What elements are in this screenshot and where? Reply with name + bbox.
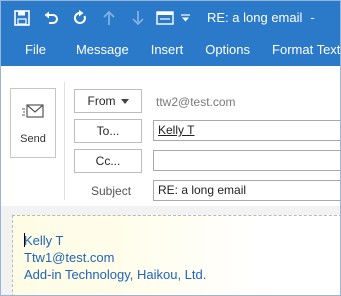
redo-icon[interactable] bbox=[67, 5, 93, 31]
send-button[interactable]: Send bbox=[10, 88, 56, 158]
chevron-down-icon bbox=[120, 99, 129, 104]
tab-file[interactable]: File bbox=[1, 34, 65, 66]
signature-name-line: Kelly T bbox=[24, 232, 340, 249]
tab-format-text[interactable]: Format Text bbox=[261, 34, 340, 66]
down-arrow-icon[interactable] bbox=[125, 5, 151, 31]
from-button-label: From bbox=[87, 94, 116, 108]
to-field[interactable]: Kelly T bbox=[153, 120, 340, 141]
subject-field[interactable]: RE: a long email bbox=[153, 180, 340, 201]
divider bbox=[64, 82, 65, 200]
signature-company: Add-in Technology, Haikou, Ltd. bbox=[24, 267, 207, 282]
signature-name: Kelly T bbox=[24, 233, 64, 248]
signature-block[interactable]: Kelly T Ttw1@test.com Add-in Technology,… bbox=[12, 215, 340, 295]
undo-icon[interactable] bbox=[38, 5, 64, 31]
window-title: RE: a long email bbox=[207, 10, 303, 25]
send-icon bbox=[22, 103, 44, 124]
from-address: ttw2@test.com bbox=[156, 95, 236, 109]
compose-header: Send From ttw2@test.com To... Kelly T Cc… bbox=[1, 66, 340, 206]
up-arrow-icon[interactable] bbox=[96, 5, 122, 31]
subject-label: Subject bbox=[91, 184, 132, 198]
signature-email: Ttw1@test.com bbox=[24, 250, 115, 265]
outlook-compose-window: RE: a long email - File Message Insert O… bbox=[0, 0, 341, 296]
cc-button[interactable]: Cc... bbox=[74, 149, 142, 173]
tab-options[interactable]: Options bbox=[194, 34, 261, 66]
quick-access-toolbar: RE: a long email - bbox=[1, 1, 340, 34]
send-button-label: Send bbox=[20, 133, 46, 145]
format-dropdown-icon[interactable] bbox=[154, 5, 176, 31]
subject-value: RE: a long email bbox=[158, 183, 247, 197]
tab-insert[interactable]: Insert bbox=[140, 34, 195, 66]
from-button[interactable]: From bbox=[74, 89, 142, 113]
window-title-suffix: - bbox=[310, 10, 315, 25]
ribbon-tabs: File Message Insert Options Format Text bbox=[1, 34, 340, 66]
to-button[interactable]: To... bbox=[74, 119, 142, 143]
message-body[interactable]: Kelly T Ttw1@test.com Add-in Technology,… bbox=[1, 206, 340, 295]
customize-toolbar-icon[interactable] bbox=[179, 5, 191, 31]
cc-field[interactable] bbox=[153, 150, 340, 171]
cc-button-label: Cc... bbox=[95, 154, 121, 168]
tab-message[interactable]: Message bbox=[65, 34, 140, 66]
to-recipient[interactable]: Kelly T bbox=[158, 123, 194, 137]
save-icon[interactable] bbox=[9, 5, 35, 31]
to-button-label: To... bbox=[96, 124, 120, 138]
